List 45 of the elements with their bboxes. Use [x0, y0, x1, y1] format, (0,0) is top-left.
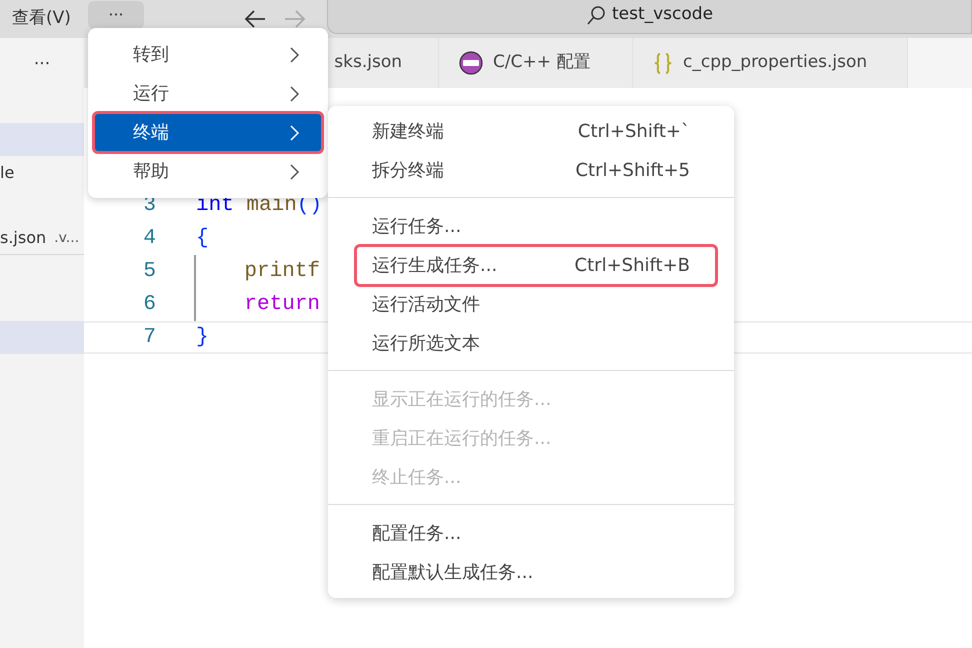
menu-item[interactable]: 运行任务... [328, 207, 734, 246]
menu-item: 重启正在运行的任务... [328, 419, 734, 458]
line-number: 7 [142, 324, 156, 351]
menu-item[interactable]: 运行所选文本 [328, 324, 734, 363]
file-name[interactable]: le [0, 160, 14, 184]
shortcut-label: Ctrl+Shift+` [578, 120, 690, 144]
line-number: 4 [142, 226, 156, 252]
code-line: } [196, 324, 209, 351]
menu-item[interactable]: 帮助 [94, 152, 322, 191]
menu-item[interactable]: 转到 [94, 35, 322, 74]
menu-item: 终止任务... [328, 458, 734, 497]
search-icon [586, 4, 606, 24]
menu-item[interactable]: 配置任务... [328, 514, 734, 553]
search-field[interactable]: test_vscode [327, 0, 972, 34]
cpp-file-icon [459, 51, 483, 75]
editor-tab[interactable]: C/C++ 配置 [439, 38, 633, 88]
braces-icon [653, 52, 673, 74]
chevron-icon [289, 46, 300, 62]
line-number: 5 [142, 258, 156, 285]
menu-item: 显示正在运行的任务... [328, 380, 734, 419]
menu-item[interactable]: 拆分终端 Ctrl+Shift+5 [328, 151, 734, 190]
forward-arrow-icon[interactable] [284, 9, 306, 29]
more-actions-button[interactable]: ··· [0, 38, 84, 123]
menu-item[interactable]: 运行 [94, 74, 322, 113]
line-number: 6 [142, 292, 156, 318]
code-line: printf [194, 255, 320, 288]
menu-item[interactable]: 运行活动文件 [328, 285, 734, 324]
menu-item[interactable]: 新建终端 Ctrl+Shift+` [328, 112, 734, 151]
chevron-icon [289, 86, 300, 102]
file-path: .v... [54, 228, 80, 248]
code-line: return [194, 288, 320, 321]
chevron-icon [289, 164, 300, 180]
shortcut-label: Ctrl+Shift+5 [575, 159, 690, 183]
shortcut-label: Ctrl+Shift+B [574, 254, 690, 278]
back-arrow-icon[interactable] [244, 9, 266, 29]
menu-label[interactable]: 查看(V) [0, 6, 88, 32]
more-button[interactable]: ··· [88, 1, 144, 29]
editor-tab[interactable]: c_cpp_properties.json [633, 38, 908, 88]
menu-item[interactable]: 终端 [94, 113, 322, 152]
code-line: { [196, 226, 209, 252]
chevron-icon [289, 124, 300, 140]
menu-item[interactable]: 配置默认生成任务... [328, 553, 734, 592]
menu-item[interactable]: 运行生成任务... Ctrl+Shift+B [356, 246, 716, 285]
search-text: test_vscode [612, 2, 714, 26]
file-name[interactable]: s.json [0, 226, 46, 250]
